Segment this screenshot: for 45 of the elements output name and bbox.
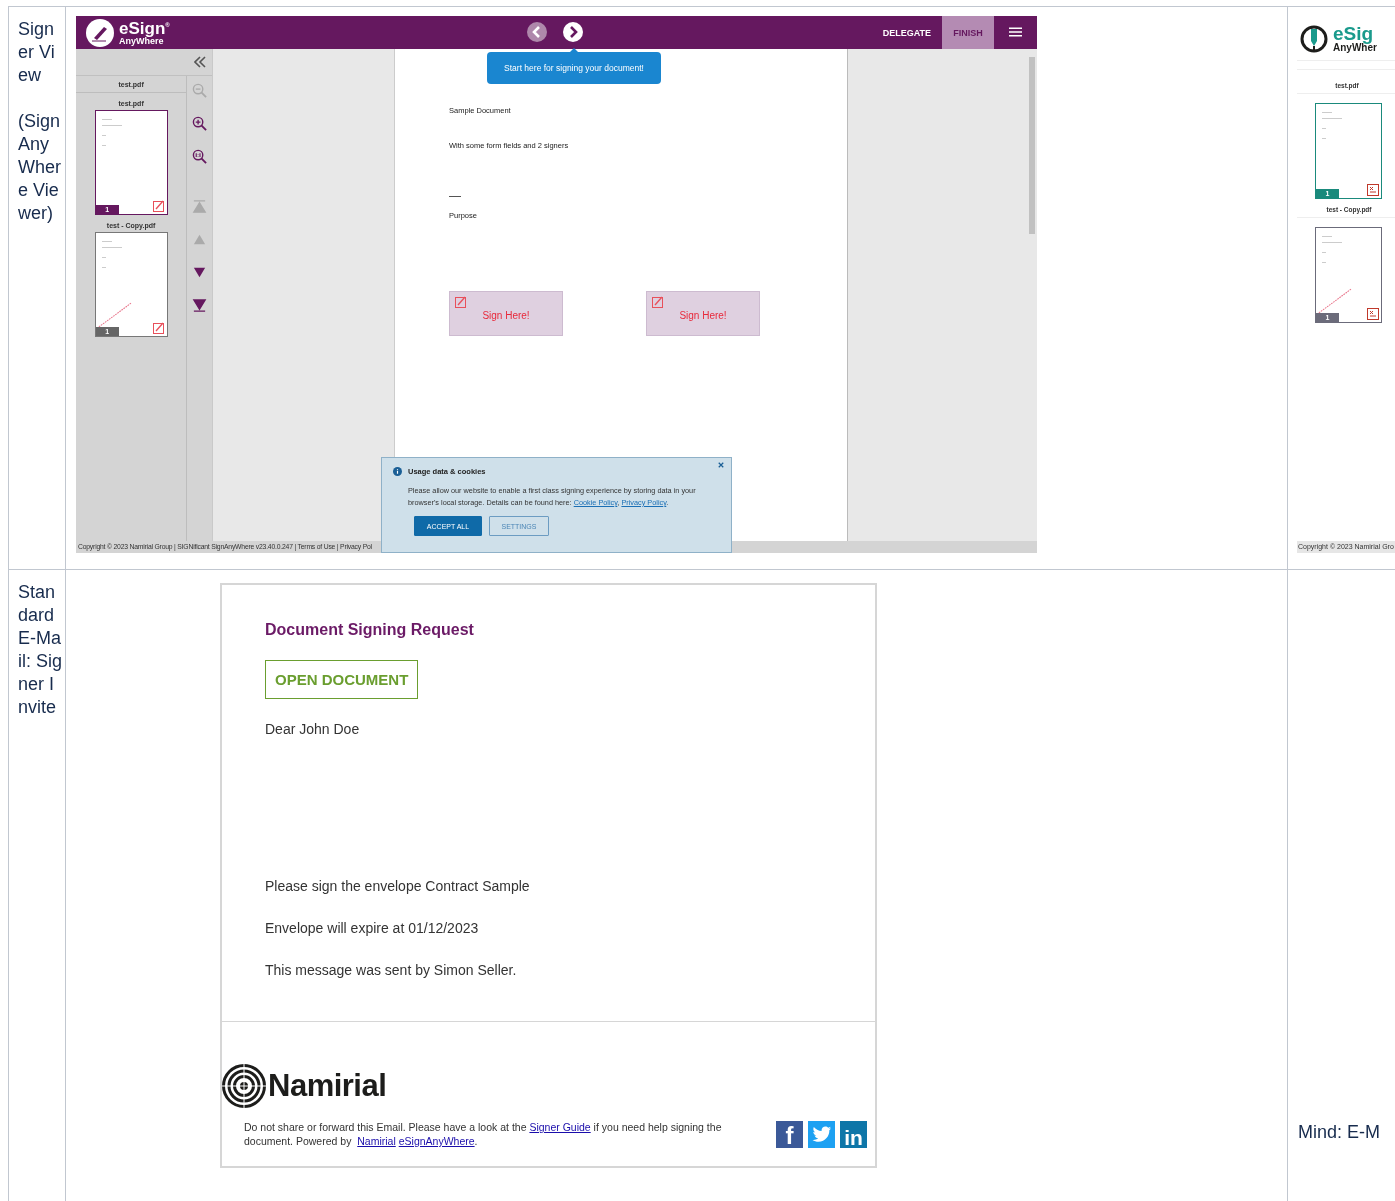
- twitter-link[interactable]: [808, 1121, 835, 1148]
- email-text: Envelope will expire at 01/12/2023: [265, 920, 480, 937]
- footer-link[interactable]: Namirial: [357, 1135, 396, 1147]
- delete-icon[interactable]: [1367, 308, 1379, 320]
- facebook-link[interactable]: f: [776, 1121, 803, 1148]
- edit-icon: [652, 296, 664, 308]
- info-icon: [393, 467, 402, 476]
- blank-line: [449, 196, 461, 197]
- delegate-button[interactable]: DELEGATE: [871, 16, 942, 49]
- logo-subtitle: AnyWhere: [119, 36, 164, 46]
- triangle-icon[interactable]: [192, 298, 208, 313]
- pen-logo-icon: [1300, 24, 1328, 53]
- delete-icon[interactable]: [1367, 184, 1379, 196]
- note-text: Mind: E-M: [1298, 1122, 1381, 1143]
- sign-here-label: Sign Here!: [482, 309, 530, 321]
- email-footer-text: Do not share or forward this Email. Please have a look at the Signer Guide if you need help signing the document. Powered by Namirial eSignAnyWhere.: [244, 1120, 723, 1148]
- row-label: Standard E-Mail: Signer Invite: [18, 581, 62, 719]
- collapse-icon[interactable]: [194, 56, 206, 68]
- email-text: Please sign the envelope Contract Sample: [265, 878, 531, 895]
- magnifier-icon[interactable]: [192, 116, 208, 131]
- magnifier-icon[interactable]: [192, 149, 208, 164]
- row-label: Signer View: [18, 18, 56, 87]
- next-button[interactable]: [563, 22, 583, 42]
- open-document-button[interactable]: OPEN DOCUMENT: [265, 660, 419, 699]
- sign-here-label: Sign Here!: [679, 309, 727, 321]
- footer-link[interactable]: eSignAnyWhere: [398, 1135, 475, 1147]
- linkedin-link[interactable]: in: [840, 1121, 867, 1148]
- edit-icon: [152, 322, 165, 334]
- row-label: (SignAnyWhere Viewer): [18, 110, 62, 225]
- brand-name: Namirial: [268, 1068, 387, 1104]
- edit-icon: [455, 296, 467, 308]
- close-icon[interactable]: [718, 462, 724, 468]
- triangle-icon[interactable]: [192, 265, 208, 280]
- menu-icon[interactable]: [1009, 27, 1022, 37]
- logo-name: eSig: [1333, 24, 1374, 43]
- email-title: Document Signing Request: [265, 621, 475, 639]
- logo-name: eSign$^{®}$: [119, 19, 170, 37]
- email-greeting: Dear John Doe: [265, 721, 361, 737]
- signature-field[interactable]: Sign Here!: [449, 291, 563, 336]
- email-text: This message was sent by Simon Seller.: [265, 962, 518, 979]
- finish-button[interactable]: FINISH: [942, 16, 994, 49]
- logo-subtitle: AnyWher: [1333, 43, 1377, 53]
- footer-link[interactable]: Signer Guide: [529, 1121, 591, 1133]
- signature-field[interactable]: Sign Here!: [646, 291, 760, 336]
- edit-icon: [152, 200, 165, 212]
